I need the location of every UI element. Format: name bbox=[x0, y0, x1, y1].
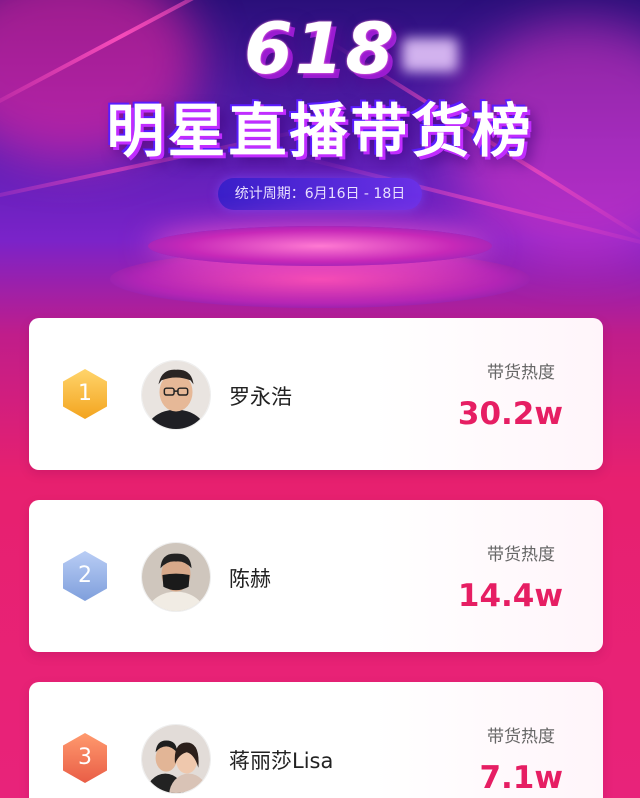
metric-value: 14.4w bbox=[457, 578, 563, 614]
metric-value: 7.1w bbox=[479, 760, 563, 796]
metric-label: 带货热度 bbox=[487, 727, 555, 747]
avatar-image-chen bbox=[142, 543, 210, 611]
rank-badge: 3 bbox=[63, 733, 107, 783]
hero-number: 618 bbox=[243, 8, 397, 90]
avatar bbox=[141, 360, 211, 430]
avatar-image-luo bbox=[142, 361, 210, 429]
rank-badge: 2 bbox=[63, 551, 107, 601]
streamer-name: 蒋丽莎Lisa bbox=[229, 749, 334, 773]
page-title: 明星直播带货榜 bbox=[106, 97, 534, 165]
ranking-card-3[interactable]: 3 蒋丽莎Lisa 带货热度 7.1w bbox=[29, 682, 603, 798]
avatar-image-lisa bbox=[142, 725, 210, 793]
banner-header: 618 明星直播带货榜 统计周期：6月16日 - 18日 bbox=[0, 0, 640, 318]
metric-label: 带货热度 bbox=[487, 545, 555, 565]
blurred-logo bbox=[402, 38, 458, 72]
metric-value: 30.2w bbox=[457, 396, 563, 432]
metric-label: 带货热度 bbox=[487, 363, 555, 383]
streamer-name: 陈赫 bbox=[229, 567, 271, 591]
ranking-card-2[interactable]: 2 陈赫 带货热度 14.4w bbox=[29, 500, 603, 652]
avatar bbox=[141, 724, 211, 794]
rank-badge: 1 bbox=[63, 369, 107, 419]
avatar bbox=[141, 542, 211, 612]
period-badge: 统计周期：6月16日 - 18日 bbox=[218, 178, 422, 210]
ranking-card-1[interactable]: 1 罗永浩 带货热度 30.2w bbox=[29, 318, 603, 470]
streamer-name: 罗永浩 bbox=[229, 385, 292, 409]
stage-top bbox=[148, 226, 492, 266]
